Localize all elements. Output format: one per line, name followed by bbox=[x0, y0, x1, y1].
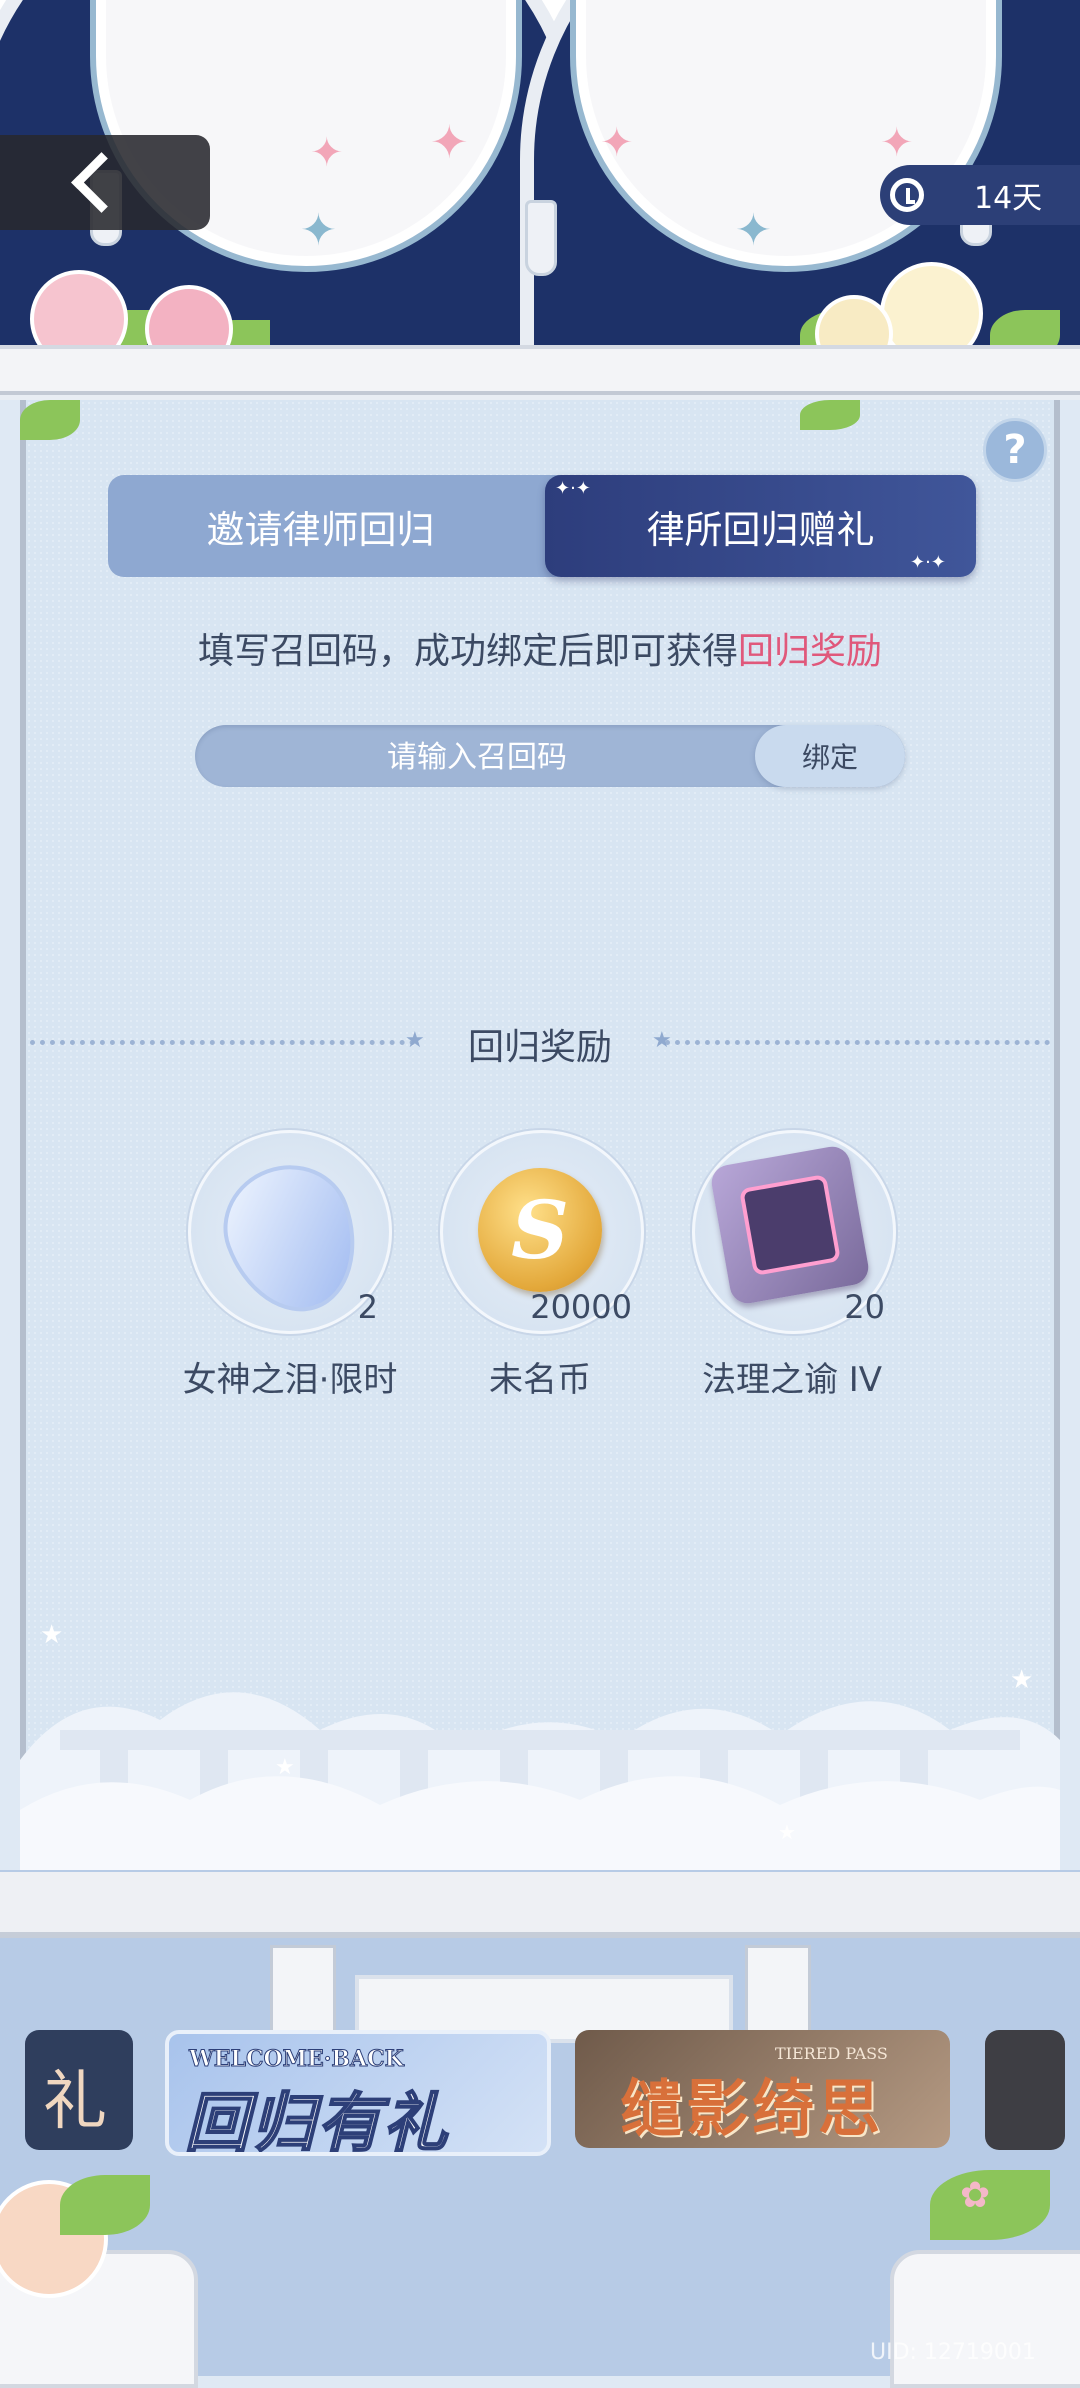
leaf-icon bbox=[60, 2175, 150, 2235]
window-sill bbox=[0, 345, 1080, 395]
uid-label: UID: 12719001 bbox=[870, 2340, 1036, 2365]
banner-partial-left[interactable]: 礼 bbox=[25, 2030, 133, 2150]
star-icon: ★ bbox=[1010, 1665, 1034, 1695]
bind-button[interactable]: 绑定 bbox=[755, 725, 905, 787]
star-icon: ★ bbox=[778, 1820, 796, 1844]
chip-screen bbox=[739, 1174, 841, 1276]
reward-count: 2 bbox=[357, 1288, 378, 1326]
planter-right bbox=[890, 2250, 1080, 2388]
constellation-icon: ✦·✦ bbox=[910, 552, 946, 573]
star-icon: ★ bbox=[40, 1620, 64, 1650]
recall-code-input[interactable] bbox=[195, 725, 759, 789]
leaf-icon bbox=[800, 400, 860, 430]
days-remaining-badge: 14天 bbox=[880, 165, 1080, 225]
coin-icon: S bbox=[478, 1168, 602, 1292]
clock-icon bbox=[890, 178, 924, 212]
rewards-title: 回归奖励 bbox=[467, 1027, 612, 1068]
sparkle-icon: ✦ bbox=[300, 205, 337, 256]
banner-tiered-pass[interactable]: TIERED PASS 缱影绮思 bbox=[575, 2030, 950, 2148]
banner-left-text: 礼 bbox=[43, 2065, 107, 2139]
banner-welcome-title: 回归有礼 bbox=[184, 2086, 449, 2156]
balcony-ledge bbox=[0, 1872, 1080, 1938]
sparkle-icon: ✦ bbox=[880, 120, 914, 166]
chevron-left-icon bbox=[71, 152, 132, 213]
help-button[interactable]: ? bbox=[983, 418, 1047, 482]
banner-welcome-back[interactable]: WELCOME·BACK 回归有礼 bbox=[165, 2030, 551, 2156]
reward-count: 20 bbox=[844, 1288, 885, 1326]
blossom-icon: ✿ bbox=[960, 2175, 991, 2216]
leaf-icon bbox=[20, 400, 80, 440]
days-remaining-text: 14天 bbox=[974, 181, 1043, 216]
chip-icon bbox=[708, 1143, 872, 1307]
instruction-highlight: 回归奖励 bbox=[738, 631, 883, 672]
instruction-text: 填写召回码，成功绑定后即可获得回归奖励 bbox=[0, 622, 1080, 674]
sparkle-icon: ✦ bbox=[735, 205, 772, 256]
sparkle-icon: ✦ bbox=[430, 115, 469, 169]
constellation-icon: ✦·✦ bbox=[555, 478, 591, 499]
reward-label: 法理之谕 IV bbox=[701, 1360, 883, 1400]
sparkle-icon: ✦ bbox=[600, 120, 634, 166]
reward-count: 20000 bbox=[530, 1288, 632, 1326]
back-button[interactable] bbox=[0, 135, 210, 230]
tassel-icon bbox=[525, 200, 557, 276]
tab-invite-lawyer[interactable]: 邀请律师回归 bbox=[108, 475, 533, 577]
sparkle-icon: ✦ bbox=[310, 130, 344, 176]
star-icon: ★ bbox=[275, 1755, 295, 1780]
banner-welcome-subtitle: WELCOME·BACK bbox=[189, 2046, 405, 2073]
banner-tiered-title: 缱影绮思 bbox=[620, 2072, 885, 2145]
banner-partial-right[interactable] bbox=[985, 2030, 1065, 2150]
instruction-main: 填写召回码，成功绑定后即可获得 bbox=[197, 631, 738, 672]
cloud-decoration bbox=[20, 1692, 1060, 1870]
